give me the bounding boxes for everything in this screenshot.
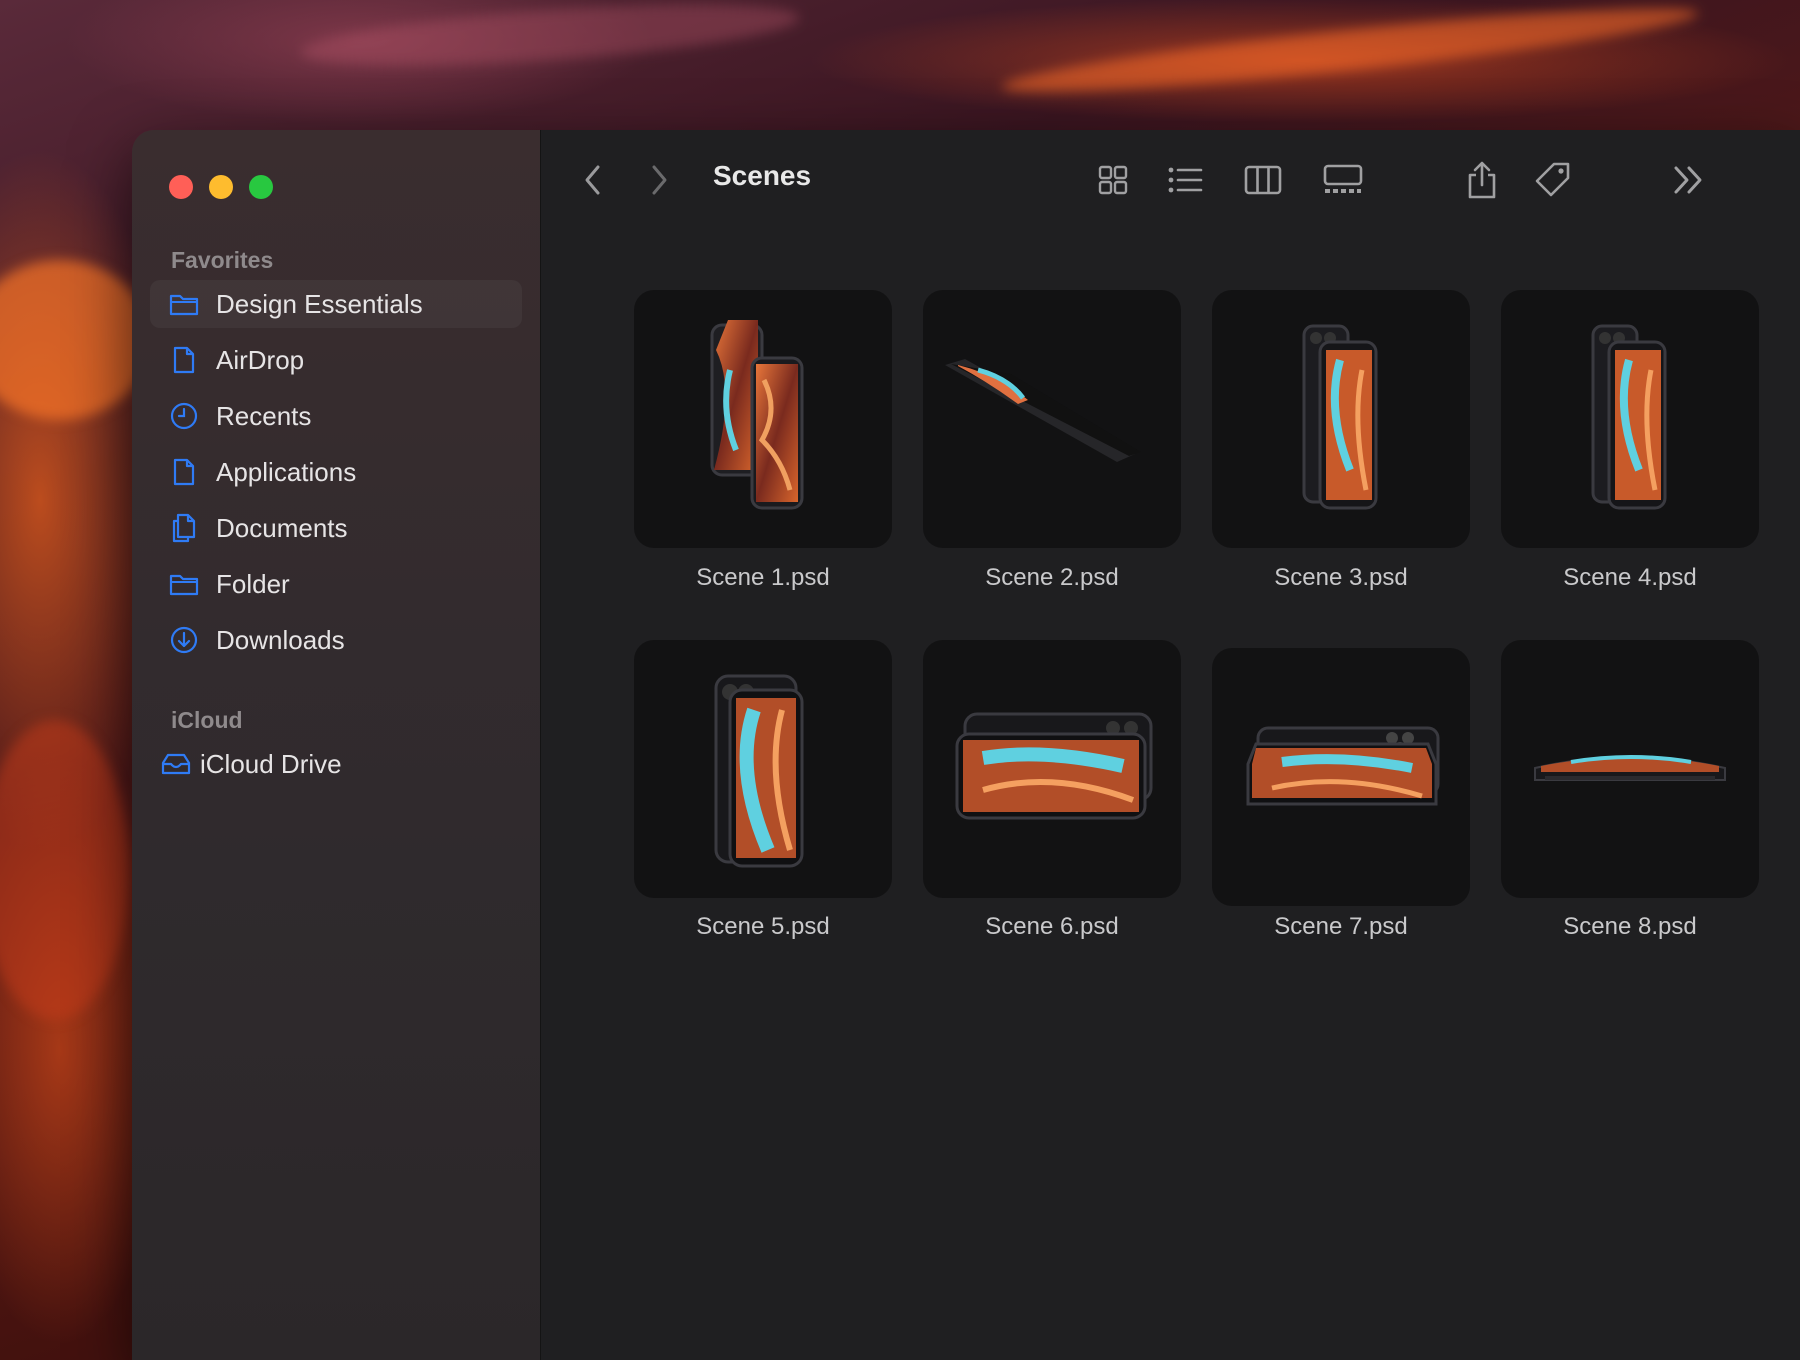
phone-mockup-image	[1246, 726, 1440, 806]
download-icon	[168, 624, 200, 656]
file-name: Scene 6.psd	[985, 913, 1119, 940]
documents-icon	[168, 512, 200, 544]
file-thumbnail[interactable]	[634, 290, 892, 548]
drive-icon	[160, 748, 192, 780]
column-view-button[interactable]	[1241, 158, 1285, 202]
list-icon	[1168, 167, 1203, 193]
chevron-right-icon	[652, 165, 667, 195]
list-view-button[interactable]	[1163, 158, 1207, 202]
sidebar-item-icloud-drive[interactable]: iCloud Drive	[150, 740, 522, 788]
sidebar-item-label: Downloads	[216, 624, 345, 655]
sidebar-item-downloads[interactable]: Downloads	[150, 616, 522, 664]
icloud-heading: iCloud	[171, 707, 243, 733]
zoom-button[interactable]	[249, 175, 273, 199]
sidebar-item-airdrop[interactable]: AirDrop	[150, 336, 522, 384]
file-thumbnail[interactable]	[923, 640, 1181, 898]
phone-mockup-image	[1534, 755, 1726, 781]
window-controls	[169, 175, 273, 199]
sidebar-item-folder[interactable]: Folder	[150, 560, 522, 608]
finder-window: Favorites Design Essentials AirDrop Rece…	[132, 130, 1800, 1360]
favorites-heading: Favorites	[171, 247, 274, 273]
sidebar-item-label: Design Essentials	[216, 288, 423, 319]
file-name: Scene 2.psd	[985, 564, 1119, 591]
sidebar-item-recents[interactable]: Recents	[150, 392, 522, 440]
icon-view-button[interactable]	[1091, 158, 1135, 202]
folder-icon	[168, 568, 200, 600]
file-name: Scene 1.psd	[696, 564, 830, 591]
phone-mockup-image	[955, 712, 1153, 820]
phone-mockup-image	[710, 320, 804, 510]
file-name: Scene 5.psd	[696, 913, 830, 940]
file-thumbnail[interactable]	[1501, 290, 1759, 548]
sidebar-item-applications[interactable]: Applications	[150, 448, 522, 496]
sidebar-item-label: Folder	[216, 568, 290, 599]
content-area: Scenes Scene 1.psd Scene 2.psd Scene 3.p…	[541, 130, 1800, 1360]
file-thumbnail[interactable]	[923, 290, 1181, 548]
sidebar-item-label: iCloud Drive	[200, 748, 342, 779]
sidebar-item-label: Recents	[216, 400, 312, 431]
columns-icon	[1244, 165, 1282, 195]
sidebar-item-documents[interactable]: Documents	[150, 504, 522, 552]
gallery-view-button[interactable]	[1321, 158, 1365, 202]
share-icon	[1468, 161, 1496, 199]
file-thumbnail[interactable]	[1501, 640, 1759, 898]
document-icon	[168, 456, 200, 488]
phone-mockup-image	[1591, 324, 1667, 510]
file-thumbnail[interactable]	[1212, 648, 1470, 906]
close-button[interactable]	[169, 175, 193, 199]
sidebar-item-label: Applications	[216, 456, 357, 487]
double-chevron-right-icon	[1674, 166, 1702, 194]
minimize-button[interactable]	[209, 175, 233, 199]
gallery-icon	[1323, 164, 1363, 193]
phone-mockup-image	[714, 674, 804, 868]
back-button[interactable]	[571, 158, 615, 202]
phone-mockup-image	[1302, 324, 1378, 510]
forward-button[interactable]	[637, 158, 681, 202]
file-thumbnail[interactable]	[634, 640, 892, 898]
tag-button[interactable]	[1531, 158, 1575, 202]
file-thumbnail[interactable]	[1212, 290, 1470, 548]
document-icon	[168, 344, 200, 376]
file-name: Scene 3.psd	[1274, 564, 1408, 591]
grid-icon	[1098, 165, 1128, 195]
window-title: Scenes	[713, 160, 812, 191]
file-name: Scene 4.psd	[1563, 564, 1697, 591]
sidebar: Favorites Design Essentials AirDrop Rece…	[132, 130, 541, 1360]
sidebar-item-label: AirDrop	[216, 344, 305, 375]
file-name: Scene 8.psd	[1563, 913, 1697, 940]
phone-mockup-image	[945, 359, 1141, 462]
sidebar-item-design-essentials[interactable]: Design Essentials	[150, 280, 522, 328]
share-button[interactable]	[1460, 158, 1504, 202]
tag-icon	[1535, 162, 1570, 197]
sidebar-item-label: Documents	[216, 512, 348, 543]
chevron-left-icon	[585, 165, 600, 195]
clock-icon	[168, 400, 200, 432]
file-name: Scene 7.psd	[1274, 913, 1408, 940]
folder-icon	[168, 288, 200, 320]
more-toolbar-button[interactable]	[1667, 158, 1711, 202]
